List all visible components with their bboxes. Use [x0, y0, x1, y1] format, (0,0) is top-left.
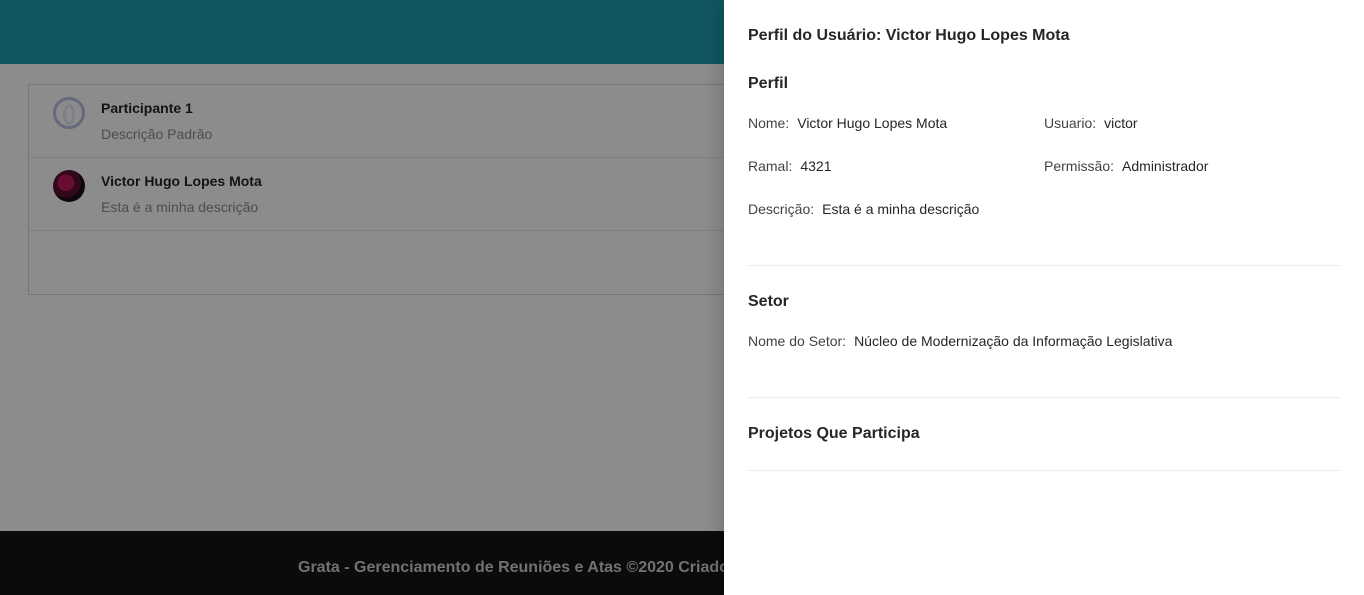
- section-setor-heading: Setor: [748, 293, 789, 310]
- field-ramal: Ramal: 4321: [748, 158, 832, 174]
- field-permissao-label: Permissão:: [1044, 158, 1115, 174]
- field-descricao-value: Esta é a minha descrição: [822, 201, 980, 217]
- section-perfil-heading: Perfil: [748, 75, 789, 92]
- field-nome-setor-value: Núcleo de Modernização da Informação Leg…: [854, 333, 1173, 349]
- field-permissao: Permissão: Administrador: [1044, 158, 1208, 174]
- field-descricao-label: Descrição:: [748, 201, 815, 217]
- section-divider: [748, 470, 1340, 471]
- field-nome-setor-label: Nome do Setor:: [748, 333, 847, 349]
- section-divider: [748, 397, 1340, 398]
- field-nome-value: Victor Hugo Lopes Mota: [797, 115, 948, 131]
- field-descricao: Descrição: Esta é a minha descrição: [748, 201, 979, 217]
- field-usuario-value: victor: [1104, 115, 1138, 131]
- section-divider: [748, 265, 1340, 266]
- field-usuario: Usuario: victor: [1044, 115, 1138, 131]
- field-ramal-label: Ramal:: [748, 158, 793, 174]
- drawer-title: Perfil do Usuário: Victor Hugo Lopes Mot…: [748, 27, 1070, 44]
- field-nome: Nome: Victor Hugo Lopes Mota: [748, 115, 947, 131]
- field-ramal-value: 4321: [800, 158, 832, 174]
- user-profile-drawer: Perfil do Usuário: Victor Hugo Lopes Mot…: [724, 0, 1364, 595]
- section-projetos-heading: Projetos Que Participa: [748, 425, 920, 442]
- field-usuario-label: Usuario:: [1044, 115, 1097, 131]
- field-nome-label: Nome:: [748, 115, 790, 131]
- field-permissao-value: Administrador: [1122, 158, 1209, 174]
- field-nome-setor: Nome do Setor: Núcleo de Modernização da …: [748, 333, 1172, 349]
